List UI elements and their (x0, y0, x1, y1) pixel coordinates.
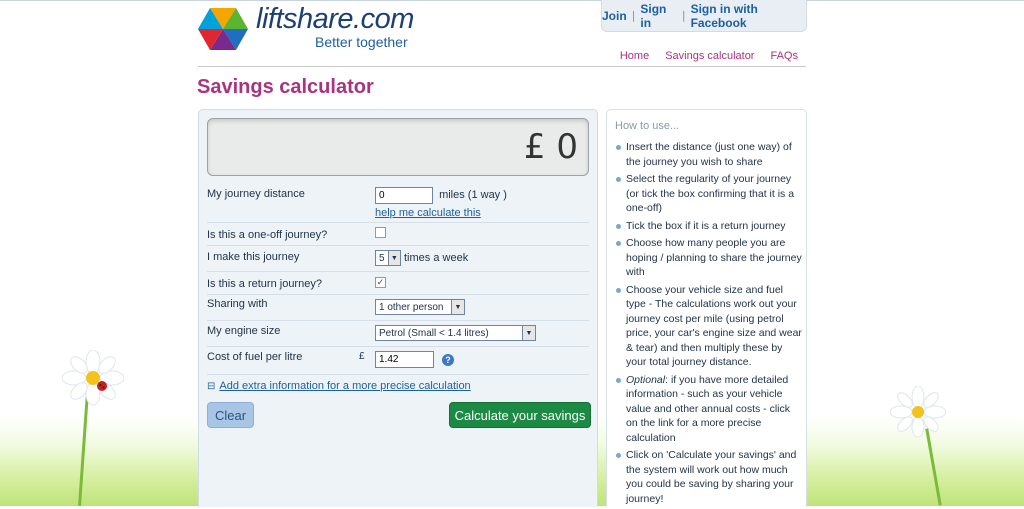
distance-input[interactable] (375, 187, 433, 204)
help-calculate-link[interactable]: help me calculate this (375, 207, 481, 219)
facebook-sign-in-link[interactable]: Sign in with Facebook (691, 2, 806, 30)
engine-row: My engine size Petrol (Small < 1.4 litre… (207, 321, 589, 347)
list-item: Select the regularity of your journey (o… (616, 172, 802, 216)
return-checkbox[interactable]: ✓ (375, 277, 386, 288)
return-control: ✓ (375, 276, 386, 288)
daisy-left-icon (62, 350, 124, 406)
minus-box-icon[interactable]: ⊟ (207, 381, 215, 392)
chevron-down-icon: ▼ (387, 251, 400, 265)
fuel-row: Cost of fuel per litre £ ? (207, 347, 589, 375)
engine-select[interactable]: Petrol (Small < 1.4 litres) ▼ (375, 325, 536, 341)
nav-home[interactable]: Home (620, 50, 649, 62)
sharing-control: 1 other person ▼ (375, 299, 465, 315)
chevron-down-icon: ▼ (522, 326, 535, 340)
one-off-row: Is this a one-off journey? (207, 223, 589, 246)
list-item-text: Click on 'Calculate your savings' and th… (626, 449, 797, 505)
list-item: Choose your vehicle size and fuel type -… (616, 283, 802, 370)
top-border (0, 0, 1024, 1)
frequency-suffix: times a week (404, 252, 469, 264)
list-item-text: Tick the box if it is a return journey (626, 219, 786, 232)
fuel-label: Cost of fuel per litre (207, 351, 303, 363)
return-row: Is this a return journey? ✓ (207, 272, 589, 295)
distance-unit: miles (1 way ) (439, 189, 507, 201)
extra-info-row: ⊟ Add extra information for a more preci… (207, 378, 589, 394)
nav-divider (198, 66, 806, 67)
how-to-use-panel: How to use... Insert the distance (just … (606, 109, 807, 507)
list-item: Optional: if you have more detailed info… (616, 373, 802, 446)
clear-button[interactable]: Clear (207, 402, 254, 428)
auth-bar: Join | Sign in | Sign in with Facebook (601, 0, 807, 32)
brand-name[interactable]: liftshare.com (256, 3, 414, 36)
list-item-text: Select the regularity of your journey (o… (626, 173, 795, 214)
chevron-down-icon: ▼ (451, 300, 464, 314)
list-item-text: Choose how many people you are hoping / … (626, 237, 802, 278)
list-item-text: Insert the distance (just one way) of th… (626, 141, 792, 168)
fuel-currency: £ (359, 351, 365, 362)
bullet-icon (616, 377, 621, 383)
distance-row: My journey distance miles (1 way ) help … (207, 182, 589, 223)
separator: | (681, 9, 686, 22)
how-to-list: Insert the distance (just one way) of th… (616, 140, 802, 509)
distance-label: My journey distance (207, 188, 305, 200)
nav-savings-calculator[interactable]: Savings calculator (665, 50, 754, 62)
return-label: Is this a return journey? (207, 278, 322, 290)
frequency-label: I make this journey (207, 251, 300, 263)
list-item: Insert the distance (just one way) of th… (616, 140, 802, 169)
distance-control: miles (1 way ) (375, 187, 507, 204)
savings-display: £ 0 (207, 118, 589, 176)
bullet-icon (616, 287, 621, 293)
bullet-icon (616, 241, 621, 246)
sharing-value: 1 other person (379, 301, 444, 313)
list-item: Choose how many people you are hoping / … (616, 236, 802, 280)
one-off-checkbox[interactable] (375, 227, 386, 238)
list-item: Click on 'Calculate your savings' and th… (616, 448, 802, 506)
help-calc-wrap: help me calculate this (375, 207, 481, 219)
brand-tagline: Better together (315, 34, 408, 50)
savings-amount: £ 0 (523, 127, 578, 167)
engine-value: Petrol (Small < 1.4 litres) (379, 327, 489, 339)
bullet-icon (616, 223, 621, 229)
savings-calculator-panel: £ 0 My journey distance miles (1 way ) h… (198, 109, 598, 507)
extra-info-link[interactable]: Add extra information for a more precise… (219, 380, 470, 392)
list-item: Tick the box if it is a return journey (616, 219, 802, 234)
bullet-icon (616, 453, 621, 458)
bullet-icon (616, 177, 621, 182)
fuel-control: ? (375, 351, 454, 368)
one-off-label: Is this a one-off journey? (207, 229, 328, 241)
page-title: Savings calculator (197, 76, 374, 98)
frequency-control: 5 ▼ times a week (375, 250, 468, 266)
frequency-value: 5 (379, 252, 385, 264)
question-icon[interactable]: ? (442, 353, 454, 366)
calculate-savings-button[interactable]: Calculate your savings (449, 402, 591, 428)
bullet-icon (616, 145, 621, 150)
frequency-select[interactable]: 5 ▼ (375, 250, 401, 266)
list-item-text: Choose your vehicle size and fuel type -… (626, 283, 802, 369)
separator: | (631, 9, 636, 22)
join-link[interactable]: Join (602, 9, 627, 23)
main-nav: Home Savings calculator FAQs (620, 50, 798, 62)
sign-in-link[interactable]: Sign in (640, 2, 676, 30)
optional-label: Optional (626, 373, 666, 386)
sharing-row: Sharing with 1 other person ▼ (207, 295, 589, 321)
nav-faqs[interactable]: FAQs (770, 50, 798, 62)
engine-label: My engine size (207, 325, 281, 337)
one-off-control (375, 227, 386, 241)
fuel-price-input[interactable] (375, 351, 434, 368)
engine-control: Petrol (Small < 1.4 litres) ▼ (375, 325, 536, 341)
frequency-row: I make this journey 5 ▼ times a week (207, 246, 589, 272)
sharing-label: Sharing with (207, 298, 268, 310)
liftshare-logo-icon[interactable] (198, 6, 248, 52)
how-to-title: How to use... (615, 120, 680, 132)
sharing-select[interactable]: 1 other person ▼ (375, 299, 465, 315)
daisy-right-icon (890, 386, 946, 438)
